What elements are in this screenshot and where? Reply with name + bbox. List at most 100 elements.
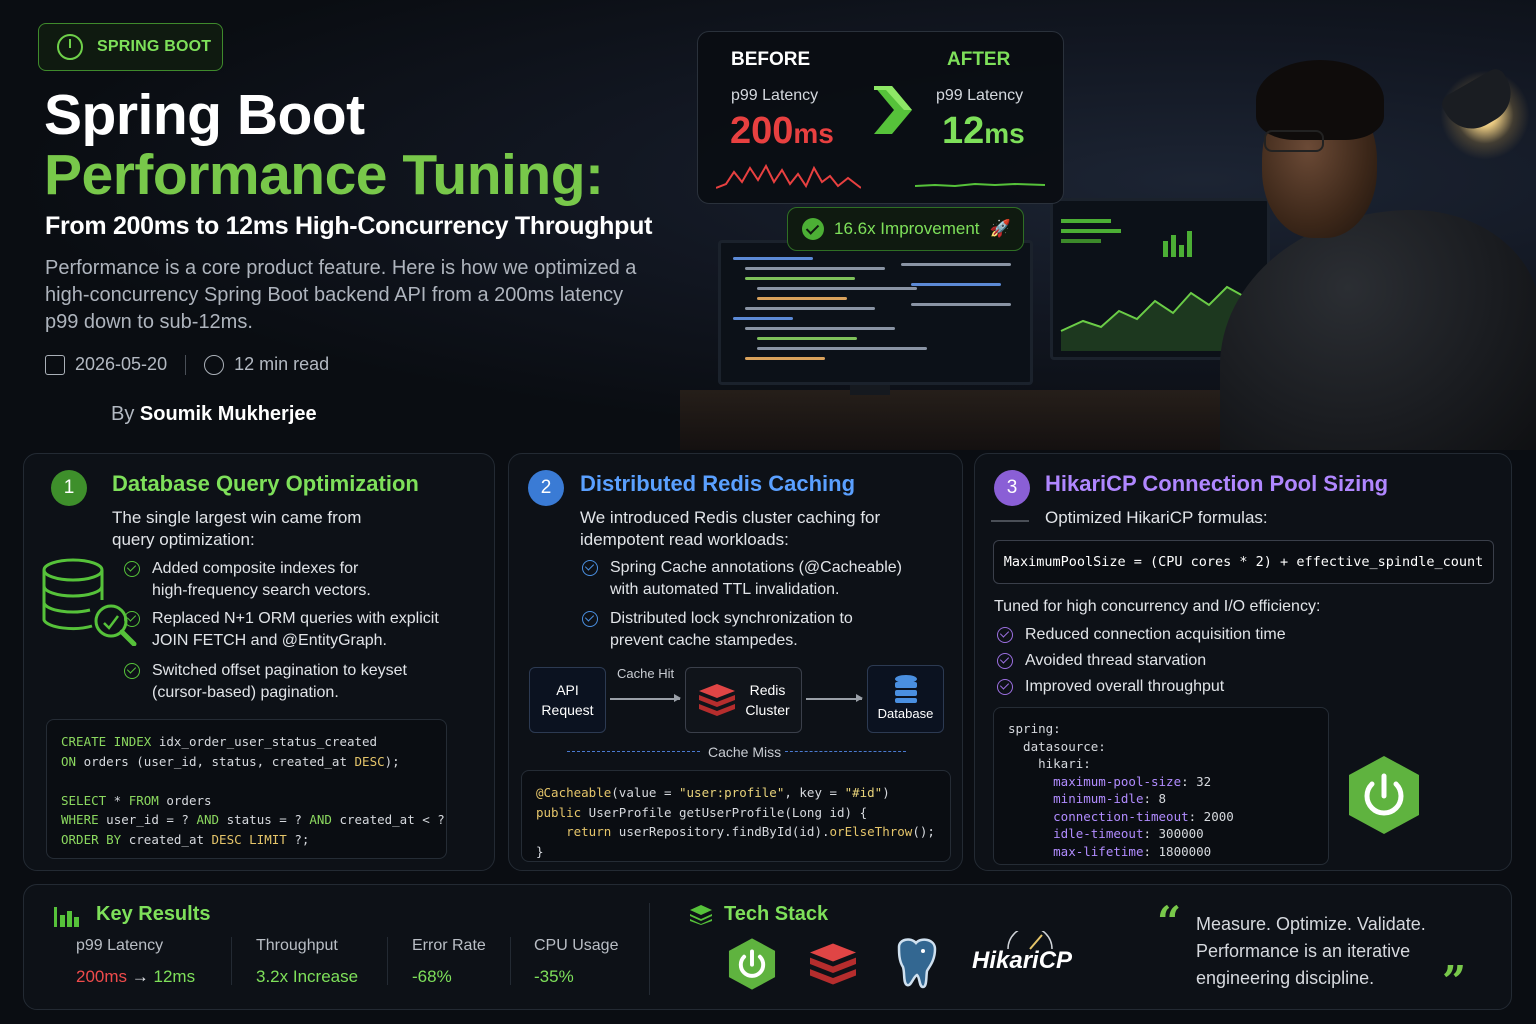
tuned-text: Tuned for high concurrency and I/O effic… bbox=[994, 598, 1321, 615]
spring-boot-icon bbox=[728, 938, 776, 990]
metric-throughput: Throughput 3.2x Increase bbox=[256, 937, 358, 987]
before-after-card: BEFORE p99 Latency 200ms AFTER p99 Laten… bbox=[697, 31, 1064, 204]
section-divider bbox=[1124, 903, 1125, 995]
metric-cpu-usage: CPU Usage -35% bbox=[534, 937, 618, 987]
node-label: Redis bbox=[749, 682, 786, 698]
check-icon bbox=[997, 627, 1013, 643]
bullet-item: Spring Cache annotations (@Cacheable) wi… bbox=[582, 557, 912, 601]
improvement-badge: 16.6x Improvement 🚀 bbox=[787, 207, 1024, 251]
cache-miss-line bbox=[785, 751, 906, 752]
spring-boot-icon bbox=[1349, 756, 1419, 834]
redis-cluster-node: Redis Cluster bbox=[685, 667, 802, 733]
node-label: Cluster bbox=[745, 702, 790, 718]
redis-icon bbox=[699, 684, 736, 716]
byline-prefix: By bbox=[111, 403, 135, 425]
bullet-item: Improved overall throughput bbox=[997, 676, 1224, 698]
section-divider bbox=[649, 903, 650, 995]
metric-error-rate: Error Rate -68% bbox=[412, 937, 486, 987]
spring-boot-badge: SPRING BOOT bbox=[38, 23, 223, 71]
after-metric: p99 Latency bbox=[936, 87, 1024, 104]
metric-label: Error Rate bbox=[412, 937, 486, 954]
bullet-item: Distributed lock synchronization to prev… bbox=[582, 608, 882, 652]
tech-stack-title: Tech Stack bbox=[724, 903, 829, 925]
clock-icon bbox=[204, 354, 225, 375]
before-label: BEFORE bbox=[731, 49, 811, 70]
publish-date: 2026-05-20 bbox=[75, 354, 168, 374]
arrow-icon bbox=[806, 695, 863, 701]
monitor-stand bbox=[850, 385, 890, 395]
intro-paragraph: Performance is a core product feature. H… bbox=[45, 257, 637, 333]
after-label: AFTER bbox=[947, 49, 1011, 70]
developer-hair bbox=[1256, 60, 1384, 140]
title-line-2: Performance Tuning: bbox=[44, 143, 604, 207]
metric-p99-latency: p99 Latency 200ms → 12ms bbox=[76, 937, 195, 987]
bullet-text: Avoided thread starvation bbox=[1025, 652, 1207, 669]
yaml-config-block: spring: datasource: hikari: maximum-pool… bbox=[993, 707, 1329, 865]
metric-divider bbox=[387, 937, 388, 985]
cache-miss-label: Cache Miss bbox=[708, 744, 782, 760]
arrow-right-icon bbox=[874, 86, 912, 134]
step-number: 3 bbox=[994, 470, 1030, 506]
metric-divider bbox=[231, 937, 232, 985]
calendar-icon bbox=[45, 354, 65, 375]
database-node: Database bbox=[867, 665, 944, 733]
bullet-text: Added composite indexes for high-frequen… bbox=[152, 560, 371, 599]
node-label: Request bbox=[541, 702, 594, 718]
check-icon bbox=[124, 561, 140, 577]
bullet-item: Replaced N+1 ORM queries with explicit J… bbox=[124, 608, 464, 652]
after-latency-sparkline bbox=[915, 182, 1045, 188]
panel-title: Database Query Optimization bbox=[112, 471, 419, 496]
divider bbox=[991, 520, 1029, 522]
panel-description: We introduced Redis cluster caching for … bbox=[580, 508, 881, 549]
bullet-item: Added composite indexes for high-frequen… bbox=[124, 558, 384, 602]
closing-quote: Measure. Optimize. Validate. Performance… bbox=[1196, 914, 1426, 988]
node-label: API bbox=[556, 682, 579, 698]
panel-description: The single largest win came from query o… bbox=[112, 508, 362, 549]
bullet-item: Reduced connection acquisition time bbox=[997, 624, 1286, 646]
key-results-title: Key Results bbox=[96, 903, 211, 925]
after-value: 12ms bbox=[942, 110, 1025, 152]
postgresql-icon bbox=[897, 938, 937, 989]
code-monitor bbox=[718, 240, 1033, 385]
metric-value: -68% bbox=[412, 967, 452, 986]
cache-hit-label: Cache Hit bbox=[617, 666, 675, 681]
node-label: Database bbox=[877, 706, 934, 721]
metric-value: 200ms → 12ms bbox=[76, 967, 195, 987]
results-bar: Key Results p99 Latency 200ms → 12ms Thr… bbox=[23, 884, 1512, 1010]
redis-caching-panel: 2 Distributed Redis Caching We introduce… bbox=[508, 453, 963, 871]
api-request-node: API Request bbox=[529, 667, 606, 733]
bullet-text: Distributed lock synchronization to prev… bbox=[610, 610, 853, 649]
author-name: Soumik Mukherjee bbox=[139, 403, 317, 425]
step-number: 1 bbox=[51, 470, 87, 506]
metric-label: CPU Usage bbox=[534, 937, 619, 954]
check-icon bbox=[997, 653, 1013, 669]
before-metric: p99 Latency bbox=[731, 87, 819, 104]
check-icon bbox=[124, 611, 140, 627]
arrow-icon bbox=[610, 695, 681, 701]
bullet-text: Spring Cache annotations (@Cacheable) wi… bbox=[610, 559, 902, 598]
read-time: 12 min read bbox=[234, 354, 330, 374]
gauge-icon bbox=[1007, 931, 1053, 950]
check-icon bbox=[124, 663, 140, 679]
bullet-item: Switched offset pagination to keyset (cu… bbox=[124, 660, 424, 704]
bullet-item: Avoided thread starvation bbox=[997, 650, 1206, 672]
before-value: 200ms bbox=[730, 110, 834, 152]
sql-code-block: CREATE INDEX idx_order_user_status_creat… bbox=[46, 719, 447, 859]
close-quote-icon: ” bbox=[1442, 957, 1467, 1006]
redis-icon bbox=[810, 943, 856, 985]
pool-size-formula: MaximumPoolSize = (CPU cores * 2) + effe… bbox=[993, 540, 1494, 584]
metric-label: p99 Latency bbox=[76, 937, 164, 954]
title-line-1: Spring Boot bbox=[44, 83, 365, 147]
database-icon bbox=[894, 675, 917, 703]
database-optimization-panel: 1 Database Query Optimization The single… bbox=[23, 453, 495, 871]
before-latency-sparkline bbox=[716, 163, 861, 189]
panel-title: Distributed Redis Caching bbox=[580, 471, 856, 496]
bullet-text: Replaced N+1 ORM queries with explicit J… bbox=[152, 610, 439, 649]
rocket-icon: 🚀 bbox=[989, 219, 1011, 238]
hikaricp-panel: 3 HikariCP Connection Pool Sizing Optimi… bbox=[974, 453, 1512, 871]
check-icon bbox=[802, 218, 824, 240]
panel-description: Optimized HikariCP formulas: bbox=[1045, 508, 1268, 527]
metric-to: 12ms bbox=[153, 967, 196, 986]
article-meta: 2026-05-20 12 min read bbox=[45, 354, 329, 375]
metric-divider bbox=[510, 937, 511, 985]
